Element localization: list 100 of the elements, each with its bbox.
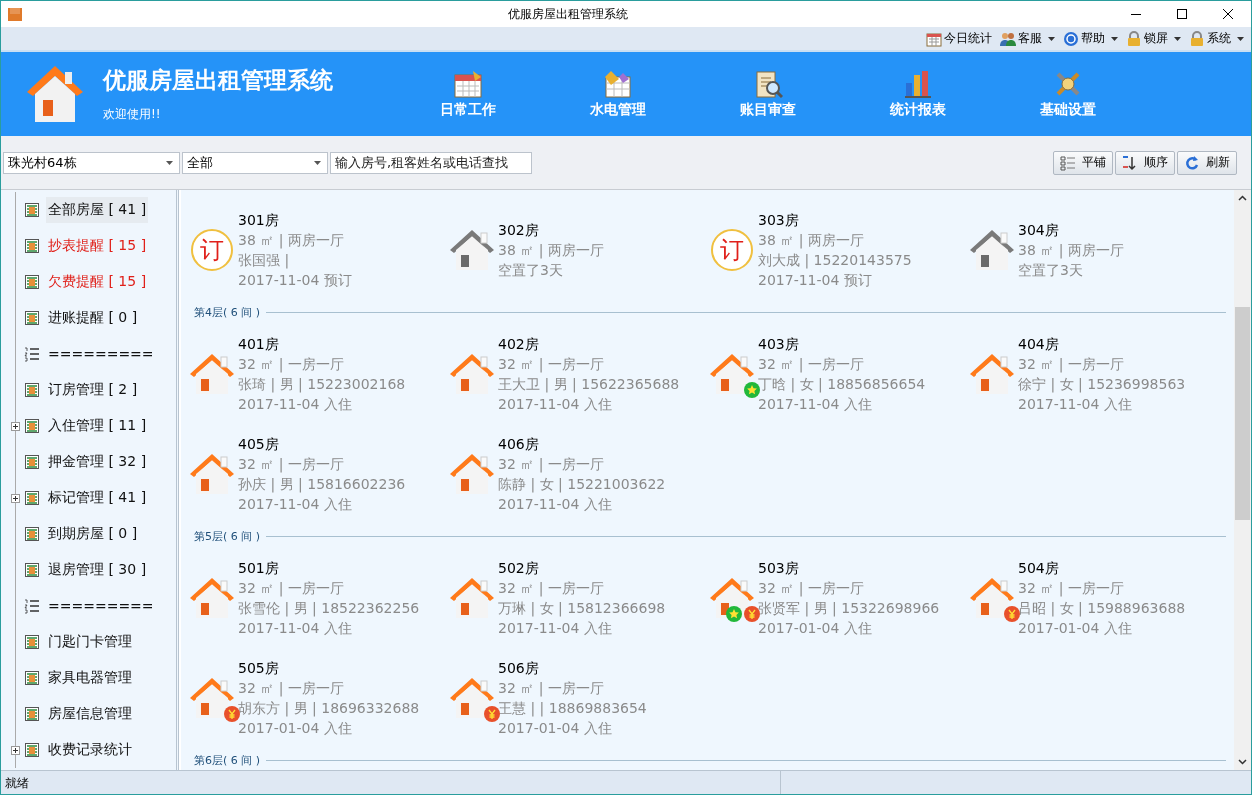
tree-item[interactable]: 收费记录统计 bbox=[46, 737, 134, 763]
caret-icon bbox=[1237, 36, 1244, 41]
tree-item[interactable]: 家具电器管理 bbox=[46, 665, 134, 691]
lock-icon bbox=[1189, 30, 1205, 47]
room-detail: 空置了3天 bbox=[498, 261, 564, 280]
menu-item[interactable]: 客服 bbox=[997, 29, 1058, 48]
list-sheet-icon bbox=[24, 418, 40, 434]
room-detail: 2017-11-04 入住 bbox=[238, 619, 353, 638]
tree-item[interactable]: 到期房屋 [ 0 ] bbox=[46, 521, 140, 547]
room-detail: 2017-11-04 预订 bbox=[238, 271, 352, 290]
dropdown-caret-icon bbox=[314, 160, 321, 165]
floor-heading: 第5层( 6 间 ) bbox=[194, 528, 261, 544]
tree-item[interactable]: 退房管理 [ 30 ] bbox=[46, 557, 149, 583]
list-sheet-icon bbox=[24, 382, 40, 398]
tree-item[interactable]: 门匙门卡管理 bbox=[46, 629, 134, 655]
room-detail: 38 ㎡ | 两房一厅 bbox=[1018, 241, 1124, 260]
menu-item[interactable]: 锁屏 bbox=[1123, 29, 1184, 48]
tile-icon bbox=[1060, 154, 1076, 171]
tree-item[interactable]: 订房管理 [ 2 ] bbox=[46, 377, 140, 403]
room-detail: 38 ㎡ | 两房一厅 bbox=[758, 231, 865, 250]
room-detail: 32 ㎡ | 一房一厅 bbox=[498, 355, 605, 374]
list-sheet-icon bbox=[24, 310, 40, 326]
tree-item[interactable]: 全部房屋 [ 41 ] bbox=[46, 197, 149, 223]
room-detail: 孙庆 | 男 | 15816602236 bbox=[238, 475, 406, 494]
room-detail: 2017-01-04 入住 bbox=[238, 719, 353, 738]
room-number: 304房 bbox=[1018, 221, 1060, 240]
room-number: 401房 bbox=[238, 335, 280, 354]
expand-icon[interactable] bbox=[11, 745, 20, 755]
room-detail: 2017-01-04 入住 bbox=[758, 619, 873, 638]
dropdown-field[interactable]: 珠光村64栋 bbox=[3, 151, 180, 174]
room-detail: 32 ㎡ | 一房一厅 bbox=[498, 455, 605, 474]
tree-item[interactable]: 标记管理 [ 41 ] bbox=[46, 485, 149, 511]
separator-label[interactable]: ========= bbox=[46, 594, 156, 618]
tree-item[interactable]: 抄表提醒 [ 15 ] bbox=[46, 233, 149, 259]
toolbar-button[interactable]: 刷新 bbox=[1177, 150, 1237, 175]
scrollbar[interactable] bbox=[1234, 190, 1251, 770]
room-detail: 2017-11-04 入住 bbox=[238, 495, 353, 514]
search-field[interactable]: 输入房号,租客姓名或电话查找 bbox=[330, 151, 532, 174]
room-detail: 38 ㎡ | 两房一厅 bbox=[498, 241, 604, 260]
room-number: 406房 bbox=[498, 435, 540, 454]
list-sheet-icon bbox=[24, 526, 40, 542]
room-detail: 38 ㎡ | 两房一厅 bbox=[238, 231, 345, 250]
list-sheet-icon bbox=[24, 562, 40, 578]
room-detail: 32 ㎡ | 一房一厅 bbox=[1018, 355, 1125, 374]
room-number: 403房 bbox=[758, 335, 800, 354]
expand-icon[interactable] bbox=[11, 493, 20, 503]
tree-item[interactable]: 入住管理 [ 11 ] bbox=[46, 413, 149, 439]
tree-item[interactable]: 押金管理 [ 32 ] bbox=[46, 449, 149, 475]
list-sheet-icon bbox=[24, 490, 40, 506]
room-detail: 32 ㎡ | 一房一厅 bbox=[758, 355, 865, 374]
meter-icon bbox=[603, 69, 633, 99]
toolbar-button[interactable]: 顺序 bbox=[1115, 150, 1175, 175]
caret-icon bbox=[1111, 36, 1118, 41]
toolbar-button[interactable]: 平铺 bbox=[1053, 150, 1113, 175]
numbered-list-icon bbox=[24, 346, 40, 362]
lock-icon bbox=[1126, 30, 1142, 47]
calendar-icon bbox=[453, 69, 483, 99]
room-detail: 32 ㎡ | 一房一厅 bbox=[238, 355, 345, 374]
room-detail: 张国强 | bbox=[238, 251, 291, 270]
scroll-thumb[interactable] bbox=[1235, 307, 1250, 520]
room-number: 301房 bbox=[238, 211, 280, 230]
room-detail: 万琳 | 女 | 15812366698 bbox=[498, 599, 666, 618]
room-number: 503房 bbox=[758, 559, 800, 578]
room-detail: 2017-01-04 入住 bbox=[1018, 619, 1133, 638]
room-detail: 32 ㎡ | 一房一厅 bbox=[498, 579, 605, 598]
list-sheet-icon bbox=[24, 454, 40, 470]
window-title: 优服房屋出租管理系统 bbox=[507, 5, 629, 23]
menu-item[interactable]: 今日统计 bbox=[923, 29, 995, 48]
status-text: 就绪 bbox=[1, 771, 781, 794]
list-sheet-icon bbox=[24, 742, 40, 758]
list-sheet-icon bbox=[24, 274, 40, 290]
room-number: 303房 bbox=[758, 211, 800, 230]
list-sheet-icon bbox=[24, 238, 40, 254]
tree-item[interactable]: 进账提醒 [ 0 ] bbox=[46, 305, 140, 331]
room-detail: 陈静 | 女 | 15221003622 bbox=[498, 475, 666, 494]
refresh-icon bbox=[1184, 154, 1200, 171]
room-detail: 32 ㎡ | 一房一厅 bbox=[1018, 579, 1125, 598]
room-detail: 2017-11-04 入住 bbox=[238, 395, 353, 414]
room-detail: 张贤军 | 男 | 15322698966 bbox=[758, 599, 940, 618]
room-detail: 徐宁 | 女 | 15236998563 bbox=[1018, 375, 1186, 394]
menu-item[interactable]: 帮助 bbox=[1060, 29, 1121, 48]
room-detail: 2017-11-04 入住 bbox=[758, 395, 873, 414]
expand-icon[interactable] bbox=[11, 421, 20, 431]
separator-label[interactable]: ========= bbox=[46, 342, 156, 366]
list-sheet-icon bbox=[24, 670, 40, 686]
caret-icon bbox=[1174, 36, 1181, 41]
tree-item[interactable]: 欠费提醒 [ 15 ] bbox=[46, 269, 149, 295]
tree-item[interactable]: 房屋信息管理 bbox=[46, 701, 134, 727]
list-sheet-icon bbox=[24, 706, 40, 722]
room-detail: 2017-11-04 入住 bbox=[498, 395, 613, 414]
room-number: 501房 bbox=[238, 559, 280, 578]
room-detail: 空置了3天 bbox=[1018, 261, 1084, 280]
dropdown-field[interactable]: 全部 bbox=[182, 151, 328, 174]
bar-chart-icon bbox=[903, 69, 933, 99]
app-icon bbox=[7, 6, 23, 22]
room-detail: 王慧 | | 18869883654 bbox=[498, 699, 647, 718]
room-detail: 32 ㎡ | 一房一厅 bbox=[238, 679, 345, 698]
app-title: 优服房屋出租管理系统 bbox=[103, 66, 334, 95]
room-number: 504房 bbox=[1018, 559, 1060, 578]
menu-item[interactable]: 系统 bbox=[1186, 29, 1247, 48]
